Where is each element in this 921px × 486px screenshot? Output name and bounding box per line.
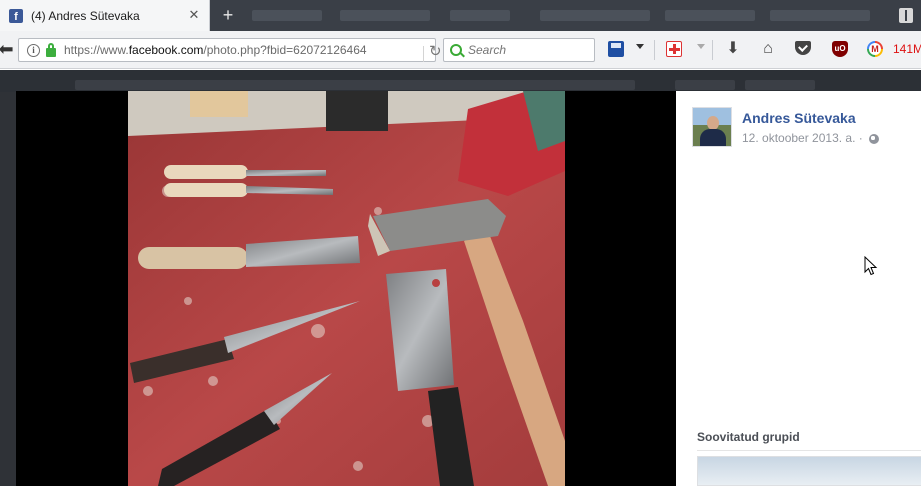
tab-title: (4) Andres Sütevaka [31, 8, 140, 23]
url-domain: facebook.com [128, 43, 204, 57]
url-bar[interactable]: i https://www.facebook.com/photo.php?fbi… [18, 38, 442, 62]
url-divider [423, 46, 424, 62]
background-tab-placeholder [540, 10, 650, 21]
photo-viewer: Andres Sütevaka 12. oktoober 2013. a. · … [16, 91, 921, 486]
save-dropdown-icon[interactable] [636, 44, 644, 49]
photo-stage [16, 91, 676, 486]
navigation-toolbar: ⬅ i https://www.facebook.com/photo.php?f… [0, 31, 921, 69]
save-icon[interactable] [608, 41, 624, 57]
facebook-search-placeholder [75, 80, 635, 90]
search-input[interactable] [468, 43, 588, 57]
background-tab-placeholder [450, 10, 510, 21]
new-tab-button[interactable]: + [218, 5, 238, 25]
facebook-favicon-icon: f [9, 8, 23, 23]
background-tab-placeholder [252, 10, 322, 21]
globe-privacy-icon[interactable] [869, 134, 879, 144]
recommended-group-card[interactable] [697, 456, 921, 486]
toolbar-separator [654, 40, 655, 60]
photo-sidebar: Andres Sütevaka 12. oktoober 2013. a. · … [676, 91, 921, 486]
tab-facebook-photo[interactable]: f (4) Andres Sütevaka ✕ [0, 0, 210, 31]
pocket-icon[interactable] [795, 41, 811, 55]
url-text[interactable]: https://www.facebook.com/photo.php?fbid=… [64, 43, 394, 57]
recommended-groups-divider [697, 450, 921, 451]
facebook-nav-placeholder [675, 80, 735, 90]
url-path: /photo.php?fbid=62072126464 [203, 43, 367, 57]
post-timestamp[interactable]: 12. oktoober 2013. a. · [742, 131, 863, 145]
first-aid-dropdown-icon[interactable] [697, 44, 705, 49]
first-aid-icon[interactable] [666, 41, 682, 57]
photo-tools-on-red-cloth[interactable] [128, 91, 565, 486]
reload-icon[interactable]: ↻ [429, 42, 442, 60]
memory-usage-label: 141M [893, 42, 921, 56]
lock-icon [46, 42, 56, 57]
author-name-link[interactable]: Andres Sütevaka [742, 110, 856, 126]
download-icon[interactable]: ⬇ [725, 41, 741, 57]
home-icon[interactable]: ⌂ [760, 41, 776, 57]
author-avatar[interactable] [692, 107, 732, 147]
close-tab-icon[interactable]: ✕ [187, 8, 201, 22]
background-tab-placeholder [770, 10, 870, 21]
info-icon[interactable]: i [27, 43, 40, 57]
mouse-pointer-icon [864, 256, 878, 276]
url-prefix: https://www. [64, 43, 129, 57]
gmail-checker-icon[interactable] [867, 41, 883, 57]
ublock-icon[interactable]: uO [832, 41, 848, 57]
background-tab-placeholder [340, 10, 430, 21]
facebook-nav-placeholder [745, 80, 815, 90]
search-bar[interactable] [443, 38, 595, 62]
back-arrow-icon[interactable]: ⬅ [0, 37, 18, 61]
background-tab-placeholder [665, 10, 755, 21]
tab-strip: f (4) Andres Sütevaka ✕ + [0, 0, 921, 31]
reader-view-icon[interactable] [899, 8, 913, 23]
search-icon [450, 44, 462, 56]
recommended-groups-title: Soovitatud grupid [697, 430, 800, 444]
toolbar-separator [712, 40, 713, 60]
